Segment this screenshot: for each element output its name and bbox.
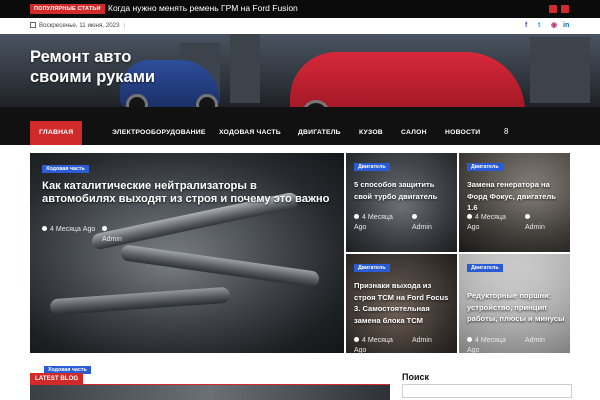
search-input[interactable] [402, 384, 572, 398]
background-building [230, 34, 260, 103]
post-author[interactable]: Admin [412, 336, 452, 346]
clock-icon [354, 337, 359, 342]
nav-item-interior[interactable]: САЛОН [401, 121, 427, 145]
clock-icon [467, 214, 472, 219]
category-badge[interactable]: Ходовая часть [42, 165, 89, 173]
nav-item-body[interactable]: КУЗОВ [359, 121, 383, 145]
current-date: Воскресенье, 11 июня, 2023 | [30, 21, 125, 31]
post-time: 4 Месяца Ago [354, 213, 402, 233]
user-icon [525, 214, 530, 219]
nav-item-home[interactable]: ГЛАВНАЯ [30, 121, 83, 145]
post-author-text[interactable]: Admin [525, 337, 545, 344]
post-author-text[interactable]: Admin [525, 224, 545, 231]
side-card-title[interactable]: Редукторные поршни: устройство, принцип … [467, 290, 565, 325]
clock-icon [467, 337, 472, 342]
category-badge[interactable]: Двигатель [467, 163, 503, 171]
ticker-prev-button[interactable] [549, 5, 557, 13]
post-author-text[interactable]: Admin [412, 224, 432, 231]
top-ticker-bar: ПОПУЛЯРНЫЕ СТАТЬИ Когда нужно менять рем… [0, 0, 600, 18]
clock-icon [42, 226, 47, 231]
latest-post-image[interactable] [30, 385, 390, 400]
post-author[interactable]: Admin [525, 336, 565, 346]
nav-item-news[interactable]: НОВОСТИ [445, 121, 480, 145]
background-building [530, 37, 590, 103]
road-strip [0, 107, 600, 121]
post-time: 4 Месяца Ago [467, 336, 515, 353]
post-author-text[interactable]: Admin [102, 236, 122, 243]
ticker-next-button[interactable] [561, 5, 569, 13]
category-badge[interactable]: Двигатель [354, 264, 390, 272]
user-icon [102, 226, 107, 231]
post-time-text: 4 Месяца Ago [354, 214, 393, 231]
post-time-text: 4 Месяца Ago [467, 337, 506, 353]
ticker-headline-link[interactable]: Когда нужно менять ремень ГРМ на Ford Fu… [108, 3, 298, 14]
header-banner: Ремонт авто своими руками [0, 34, 600, 121]
nav-extra-icon[interactable]: 8 [504, 127, 508, 137]
post-time: 4 Месяца Ago [354, 336, 402, 353]
date-social-bar: Воскресенье, 11 июня, 2023 | f t ◉ in [0, 18, 600, 34]
linkedin-icon[interactable]: in [563, 22, 569, 30]
post-author[interactable]: Admin [102, 225, 152, 245]
twitter-icon[interactable]: t [538, 22, 540, 30]
side-card-title[interactable]: 5 способов защитить свой турбо двигатель [354, 179, 452, 202]
clock-icon [354, 214, 359, 219]
nav-item-chassis[interactable]: ХОДОВАЯ ЧАСТЬ [219, 121, 281, 145]
ticker-badge: ПОПУЛЯРНЫЕ СТАТЬИ [30, 4, 105, 14]
main-navigation: ГЛАВНАЯ ЭЛЕКТРООБОРУДОВАНИЕ ХОДОВАЯ ЧАСТ… [0, 121, 600, 145]
post-author[interactable]: Admin [412, 213, 452, 233]
nav-item-engine[interactable]: ДВИГАТЕЛЬ [298, 121, 341, 145]
post-time-text: 4 Месяца Ago [467, 214, 506, 231]
facebook-icon[interactable]: f [525, 22, 527, 30]
category-badge[interactable]: Двигатель [467, 264, 503, 272]
featured-main-card[interactable]: Ходовая часть Как каталитические нейтрал… [30, 153, 344, 353]
search-widget-title: Поиск [402, 372, 430, 382]
latest-blog-tab: LATEST BLOG [30, 373, 84, 384]
post-author[interactable]: Admin [525, 213, 565, 233]
post-time: 4 Месяца Ago [467, 213, 515, 233]
post-time-text: 4 Месяца Ago [354, 337, 393, 353]
date-text: Воскресенье, 11 июня, 2023 [39, 22, 120, 29]
featured-side-card[interactable]: Двигатель Редукторные поршни: устройство… [459, 254, 570, 353]
post-time-text: 4 Месяца Ago [50, 226, 96, 233]
nav-item-electrical[interactable]: ЭЛЕКТРООБОРУДОВАНИЕ [112, 121, 206, 145]
site-title-link[interactable]: Ремонт авто своими руками [30, 47, 190, 87]
post-author-text[interactable]: Admin [412, 337, 432, 344]
featured-side-card[interactable]: Двигатель Признаки выхода из строя ТСМ н… [346, 254, 457, 353]
featured-side-card[interactable]: Двигатель Замена генератора на Форд Фоку… [459, 153, 570, 252]
featured-main-title[interactable]: Как каталитические нейтрализаторы в авто… [42, 180, 332, 206]
instagram-icon[interactable]: ◉ [551, 22, 557, 30]
side-card-title[interactable]: Замена генератора на Форд Фокус, двигате… [467, 179, 565, 214]
user-icon [412, 214, 417, 219]
calendar-icon [30, 22, 36, 28]
post-time: 4 Месяца Ago [42, 225, 98, 235]
category-badge[interactable]: Двигатель [354, 163, 390, 171]
side-card-title[interactable]: Признаки выхода из строя ТСМ на Ford Foc… [354, 280, 452, 326]
featured-side-card[interactable]: Двигатель 5 способов защитить свой турбо… [346, 153, 457, 252]
date-separator: | [123, 22, 126, 29]
